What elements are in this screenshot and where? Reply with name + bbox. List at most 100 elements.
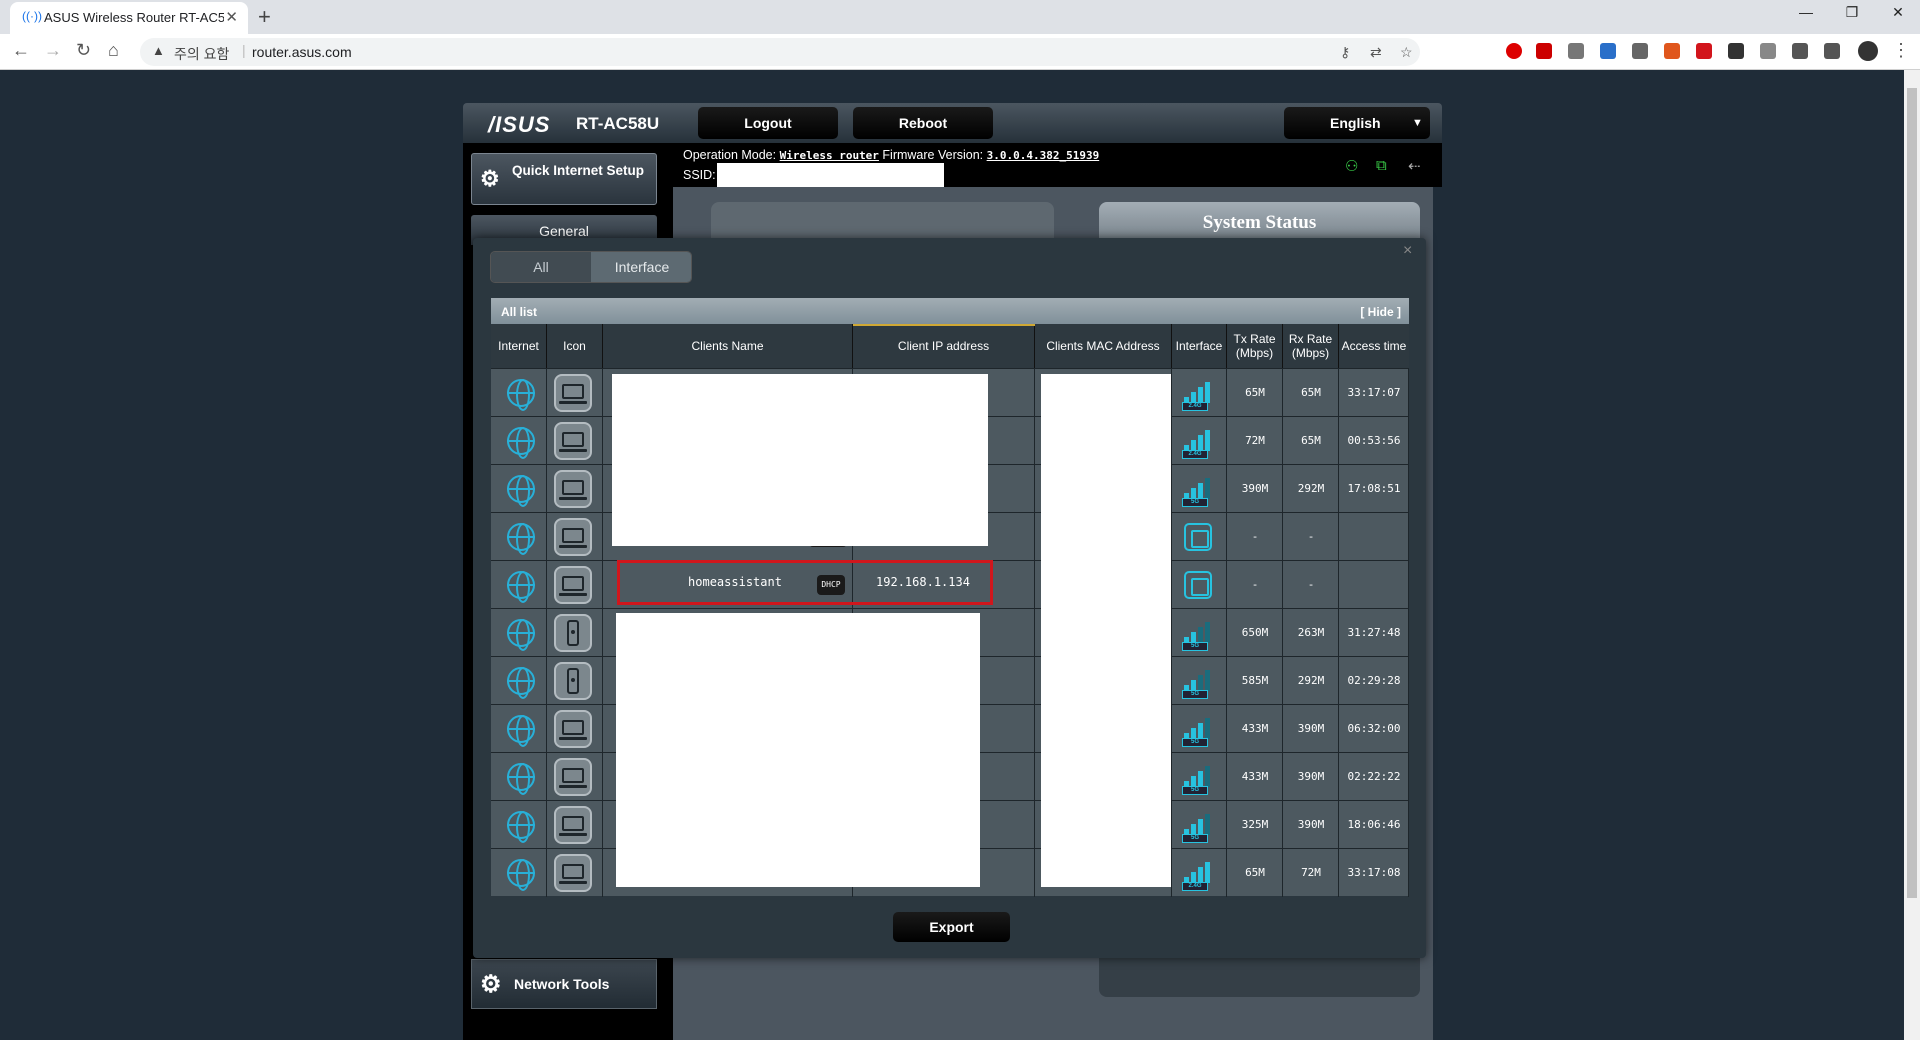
url-text[interactable]: router.asus.com — [252, 44, 352, 60]
user-status-icon[interactable]: ⚇ — [1345, 157, 1358, 175]
usb-status-icon[interactable]: ⇠ — [1408, 157, 1421, 175]
language-select[interactable]: English ▼ — [1284, 107, 1430, 139]
calendar-ext-icon[interactable] — [1632, 43, 1648, 59]
close-icon[interactable]: × — [1403, 242, 1412, 260]
home-icon[interactable]: ⌂ — [108, 40, 119, 61]
access-time — [1339, 561, 1409, 609]
globe-icon[interactable] — [507, 667, 535, 699]
wifi-signal-icon: 5G — [1182, 665, 1214, 699]
col-icon[interactable]: Icon — [547, 324, 603, 368]
globe-icon[interactable] — [507, 811, 535, 843]
phone-icon[interactable] — [554, 614, 592, 652]
tx-rate: 390M — [1241, 482, 1269, 495]
signal-bar — [1198, 867, 1203, 883]
col-ip-address[interactable]: Client IP address — [853, 324, 1035, 368]
band-label: 2.4G — [1182, 450, 1208, 459]
globe-icon[interactable] — [507, 619, 535, 651]
col-access-time[interactable]: Access time — [1339, 324, 1409, 368]
forward-icon[interactable]: → — [44, 40, 62, 61]
key-icon[interactable]: ⚷ — [1340, 44, 1350, 61]
laptop-icon[interactable] — [554, 710, 592, 748]
phone-icon[interactable] — [554, 662, 592, 700]
signal-bar — [1205, 382, 1210, 403]
reload-icon[interactable]: ↻ — [76, 40, 91, 61]
globe-icon[interactable] — [507, 763, 535, 795]
laptop-icon[interactable] — [554, 854, 592, 892]
wifi-signal-icon: 2.4G — [1182, 425, 1214, 459]
menu-icon[interactable]: ⋮ — [1892, 40, 1910, 61]
laptop-icon[interactable] — [554, 758, 592, 796]
logout-button[interactable]: Logout — [698, 107, 838, 139]
restore-button[interactable]: ❐ — [1832, 4, 1872, 21]
globe-icon[interactable] — [507, 475, 535, 507]
minimize-button[interactable]: — — [1786, 4, 1826, 20]
camera-ext-icon[interactable] — [1568, 43, 1584, 59]
redaction-block — [1041, 374, 1171, 887]
scrollbar-thumb[interactable] — [1907, 88, 1917, 898]
asus-logo[interactable]: /ISUS — [488, 112, 550, 138]
globe-icon[interactable] — [507, 523, 535, 555]
globe-icon[interactable] — [507, 859, 535, 891]
tx-rate: 585M — [1241, 674, 1269, 687]
media-ext-icon[interactable] — [1824, 43, 1840, 59]
sidebar-item-network-tools[interactable]: ⚙ Network Tools — [471, 959, 657, 1009]
browser-tab[interactable]: ((·)) ASUS Wireless Router RT-AC58U ✕ — [10, 2, 248, 34]
window-close-button[interactable]: ✕ — [1878, 4, 1918, 21]
new-tab-button[interactable]: + — [258, 4, 271, 30]
hide-link[interactable]: [ Hide ] — [1360, 305, 1401, 319]
s-ext-icon[interactable] — [1728, 43, 1744, 59]
signal-bar — [1198, 435, 1203, 451]
security-label[interactable]: 주의 요함 — [174, 44, 229, 64]
puzzle-ext-icon[interactable] — [1792, 43, 1808, 59]
globe-icon[interactable] — [507, 379, 535, 411]
access-time: 17:08:51 — [1347, 482, 1401, 495]
band-label: 5G — [1182, 642, 1208, 651]
quick-internet-setup-button[interactable]: ⚙ Quick Internet Setup — [471, 153, 657, 205]
laptop-icon[interactable] — [554, 566, 592, 604]
send-ext-icon[interactable] — [1600, 43, 1616, 59]
laptop-icon[interactable] — [554, 422, 592, 460]
export-button[interactable]: Export — [893, 912, 1010, 942]
col-interface[interactable]: Interface — [1172, 324, 1227, 368]
band-label: 2.4G — [1182, 402, 1208, 411]
signal-bar — [1198, 387, 1203, 403]
col-mac-address[interactable]: Clients MAC Address — [1035, 324, 1172, 368]
star-icon[interactable]: ☆ — [1400, 44, 1413, 61]
tab-close-icon[interactable]: ✕ — [225, 8, 238, 26]
globe-icon[interactable] — [507, 427, 535, 459]
cast-ext-icon[interactable] — [1760, 43, 1776, 59]
col-clients-name[interactable]: Clients Name — [603, 324, 853, 368]
tab-all[interactable]: All — [491, 252, 591, 282]
tx-rate: 433M — [1241, 722, 1269, 735]
opera-ext-icon[interactable] — [1506, 43, 1522, 59]
laptop-icon[interactable] — [554, 470, 592, 508]
b-ext-icon[interactable] — [1696, 43, 1712, 59]
tx-rate: 325M — [1241, 818, 1269, 831]
firmware-link[interactable]: 3.0.0.4.382_51939 — [987, 149, 1100, 162]
tab-interface[interactable]: Interface — [591, 252, 691, 282]
translate-icon[interactable]: ⇄ — [1370, 44, 1382, 61]
signal-bar — [1198, 483, 1203, 499]
wifi-signal-icon: 2.4G — [1182, 377, 1214, 411]
col-tx-rate[interactable]: Tx Rate (Mbps) — [1227, 324, 1283, 368]
profile-avatar[interactable] — [1858, 41, 1878, 61]
laptop-icon[interactable] — [554, 374, 592, 412]
address-separator: | — [242, 42, 246, 58]
mail-ext-icon[interactable] — [1536, 43, 1552, 59]
globe-icon[interactable] — [507, 571, 535, 603]
globe-icon[interactable] — [507, 715, 535, 747]
laptop-icon[interactable] — [554, 518, 592, 556]
client-ip[interactable]: 192.168.1.134 — [853, 560, 993, 605]
fx-ext-icon[interactable] — [1664, 43, 1680, 59]
col-internet[interactable]: Internet — [491, 324, 547, 368]
col-rx-rate[interactable]: Rx Rate (Mbps) — [1283, 324, 1339, 368]
network-status-icon[interactable]: ⧉ — [1376, 157, 1387, 174]
back-icon[interactable]: ← — [12, 40, 30, 61]
laptop-icon[interactable] — [554, 806, 592, 844]
reboot-button[interactable]: Reboot — [853, 107, 993, 139]
address-bar[interactable]: ▲ 주의 요함 | router.asus.com ☆ ⚷ ⇄ — [140, 38, 1420, 66]
client-name[interactable]: homeassistant — [617, 560, 853, 605]
band-label: 5G — [1182, 834, 1208, 843]
op-mode-link[interactable]: Wireless router — [780, 149, 879, 162]
rx-rate: 390M — [1297, 818, 1325, 831]
